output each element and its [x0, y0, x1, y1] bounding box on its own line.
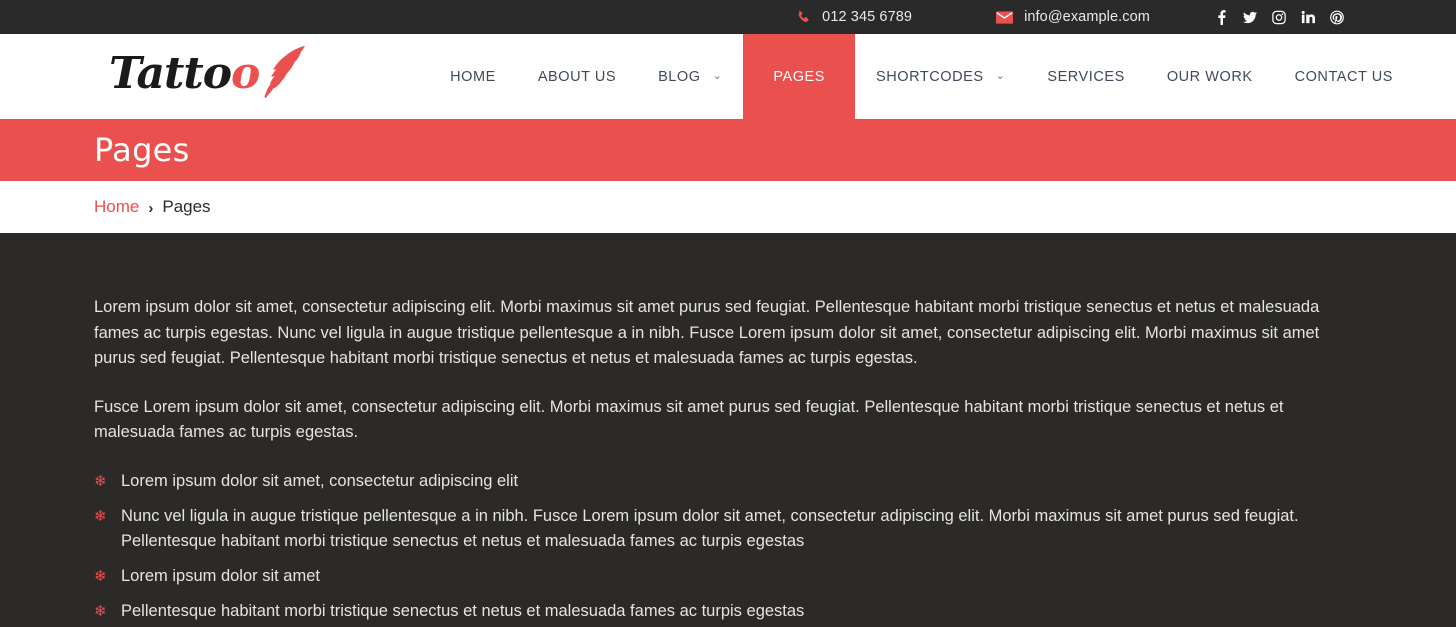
nav-item-pages[interactable]: PAGES: [743, 34, 855, 126]
paragraph: Fusce Lorem ipsum dolor sit amet, consec…: [94, 397, 1284, 442]
logo-text-dark: Tatto: [109, 47, 232, 99]
nav-item-our-work[interactable]: OUR WORK: [1146, 34, 1274, 119]
envelope-icon: [996, 10, 1014, 24]
topbar-email[interactable]: info@example.com: [996, 9, 1150, 25]
nav-item-home[interactable]: HOME: [429, 34, 517, 119]
nav-label: PAGES: [773, 68, 825, 85]
paragraph: Lorem ipsum dolor sit amet, consectetur …: [94, 298, 1320, 367]
pinterest-icon[interactable]: [1330, 9, 1344, 25]
nav-item-blog[interactable]: BLOG ⌄: [637, 34, 743, 119]
snowflake-bullet-icon: ❄: [94, 507, 107, 525]
snowflake-bullet-icon: ❄: [94, 472, 107, 490]
chevron-down-icon: ⌄: [712, 70, 723, 82]
list-item-text: Lorem ipsum dolor sit amet, consectetur …: [121, 471, 519, 490]
snowflake-bullet-icon: ❄: [94, 567, 107, 585]
feather-wing-icon: [251, 44, 309, 98]
top-bar: 012 345 6789 info@example.com: [0, 0, 1456, 34]
nav-label: HOME: [450, 68, 496, 85]
breadcrumb-separator-icon: ›: [148, 199, 154, 217]
topbar-phone-text: 012 345 6789: [822, 9, 913, 25]
logo-text: Tattoo: [109, 51, 260, 96]
list-item: ❄ Pellentesque habitant morbi tristique s…: [94, 599, 1359, 624]
nav-item-shortcodes[interactable]: SHORTCODES ⌄: [855, 34, 1026, 119]
feature-list: ❄ Lorem ipsum dolor sit amet, consectetur…: [94, 469, 1362, 624]
instagram-icon[interactable]: [1272, 9, 1286, 25]
breadcrumb-home-link[interactable]: Home: [94, 197, 139, 217]
phone-icon: [796, 10, 811, 25]
site-logo[interactable]: Tattoo: [109, 44, 309, 107]
snowflake-bullet-icon: ❄: [94, 602, 107, 620]
breadcrumb-current: Pages: [162, 197, 211, 216]
nav-item-about-us[interactable]: ABOUT US: [517, 34, 637, 119]
breadcrumb: Home › Pages: [0, 181, 1456, 233]
page-title: Pages: [94, 131, 190, 169]
nav-label: ABOUT US: [537, 68, 617, 85]
page-title-banner: Pages: [0, 119, 1456, 181]
main-navigation: HOME ABOUT US BLOG ⌄ PAGES SHORTCODES ⌄ SE…: [429, 34, 1456, 126]
social-links: [1214, 9, 1344, 25]
chevron-down-icon: ⌄: [995, 70, 1006, 82]
linkedin-icon[interactable]: [1301, 9, 1315, 25]
list-item: ❄ Lorem ipsum dolor sit amet, consectetur…: [94, 469, 1359, 494]
topbar-phone[interactable]: 012 345 6789: [796, 9, 912, 25]
nav-label: SERVICES: [1047, 68, 1125, 85]
nav-label: BLOG: [658, 68, 701, 85]
nav-label: CONTACT US: [1294, 68, 1393, 85]
nav-item-contact-us[interactable]: CONTACT US: [1274, 34, 1414, 119]
nav-label: SHORTCODES: [876, 68, 984, 85]
list-item: ❄ Nunc vel ligula in augue tristique pell…: [94, 504, 1359, 554]
topbar-email-text: info@example.com: [1024, 9, 1150, 25]
nav-label: OUR WORK: [1166, 68, 1253, 85]
main-content: Lorem ipsum dolor sit amet, consectetur …: [0, 233, 1456, 624]
list-item: ❄ Lorem ipsum dolor sit amet: [94, 564, 1359, 589]
list-item-text: Nunc vel ligula in augue tristique pelle…: [121, 506, 1299, 550]
facebook-icon[interactable]: [1214, 9, 1228, 25]
list-item-text: Lorem ipsum dolor sit amet: [121, 566, 320, 585]
site-header: Tattoo HOME ABOUT US BLOG ⌄ PAGES SHORTCO…: [0, 34, 1456, 126]
nav-item-services[interactable]: SERVICES: [1026, 34, 1145, 119]
twitter-icon[interactable]: [1243, 9, 1257, 25]
list-item-text: Pellentesque habitant morbi tristique se…: [121, 601, 805, 620]
